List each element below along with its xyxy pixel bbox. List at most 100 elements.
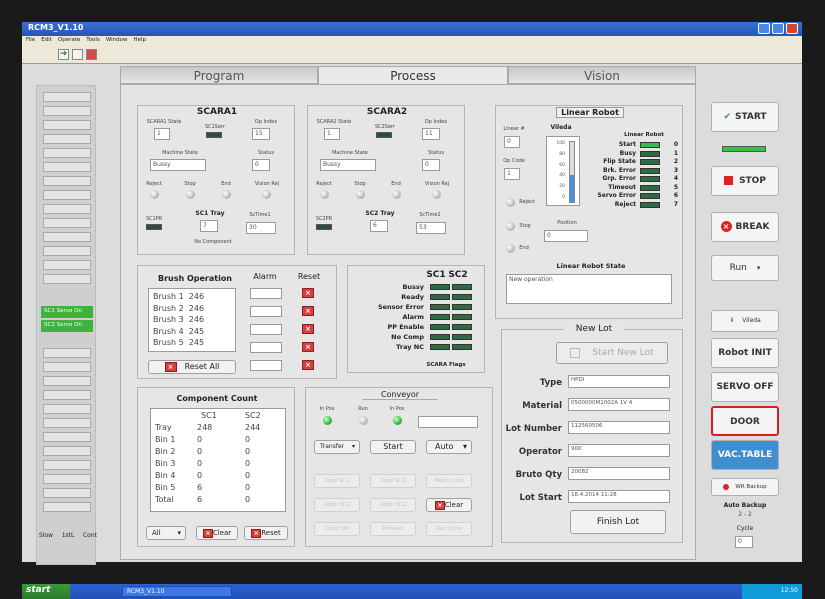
status-slot [43,376,91,386]
taskbar-item-rcm3[interactable]: RCM3_V1.10 [122,586,232,597]
robot-init-button[interactable]: Robot INIT [711,338,779,368]
scara1-stop-led [186,190,195,199]
wr-backup-button[interactable]: WR Backup [711,478,779,496]
bruto-qty-field[interactable]: 20082 [568,467,670,480]
minimize-button[interactable] [758,23,770,34]
run-continuous-icon[interactable] [72,49,83,60]
abort-icon[interactable] [86,49,97,60]
flag-alarm: Alarm [352,312,484,322]
scara-flags-list: Bussy Ready Sensor Error Alarm PP Enable… [352,282,484,352]
vileda-button[interactable]: ⬇ Vileda [711,310,779,332]
start-button[interactable]: ✔ START [711,102,779,132]
vileda-label: Vileda [742,317,761,324]
stop-sc2-button[interactable]: Stop SC2 [370,474,416,488]
brush2-reset-button[interactable]: × [302,306,314,316]
conveyor-clear-button[interactable]: × Clear [426,498,472,512]
type-field[interactable]: HPDI [568,375,670,388]
material-field[interactable]: 0500000M1002A 1V 4 [568,398,670,411]
end-radio[interactable] [506,244,515,253]
conveyor-start-button[interactable]: Start [370,440,416,454]
stop-radio[interactable] [506,222,515,231]
sctime2-label: ScTime2 [419,212,441,218]
brush1-reset-button[interactable]: × [302,288,314,298]
component-filter-select[interactable]: All ▾ [146,526,186,540]
tab-vision[interactable]: Vision [508,66,696,84]
align-sc2-button[interactable]: Align SC2 [370,498,416,512]
status-slot [43,92,91,102]
reset-all-button[interactable]: × Reset All [148,360,236,374]
brush4-reset-button[interactable]: × [302,342,314,352]
cycle-field: 0 [735,536,753,548]
sctime1-field: 30 [246,222,276,234]
stop-button[interactable]: STOP [711,166,779,196]
lot-number-field[interactable]: 112560506 [568,421,670,434]
clear-count-button[interactable]: × Clear [196,526,238,540]
scara1-status-field: 0 [252,159,270,171]
status-slot [43,148,91,158]
menu-edit[interactable]: Edit [41,37,52,45]
operator-field[interactable]: 900 [568,444,670,457]
menu-tools[interactable]: Tools [86,37,100,45]
bruto-qty-label: Bruto Qty [515,470,562,480]
status-slot [43,362,91,372]
menu-help[interactable]: Help [134,37,147,45]
scara1-reject-label: Reject [146,181,162,187]
vac-table-button[interactable]: VAC.TABLE [711,440,779,470]
scara2-end-led [392,190,401,199]
vileda-scale: 100 80 60 40 20 0 [549,139,565,204]
reject-radio[interactable] [506,198,515,207]
scara2-status-field: 0 [422,159,440,171]
reset-count-button[interactable]: × Reset [244,526,288,540]
flag-row-brk-error: Brk. Error 3 [603,166,678,174]
door-button[interactable]: DOOR [711,406,779,436]
speed-1stl[interactable]: 1stL [62,532,75,539]
scara2-status-label: Status [428,150,444,156]
scara2-machine-state-label: Machine State [332,150,368,156]
menu-window[interactable]: Window [106,37,128,45]
brush3-reset-button[interactable]: × [302,324,314,334]
break-button[interactable]: × BREAK [711,212,779,242]
finish-lot-button[interactable]: Finish Lot [570,510,666,534]
brush5-reset-button[interactable]: × [302,360,314,370]
run-conv-button[interactable]: Run Conv [426,522,472,536]
scale-tick: 0 [562,194,565,200]
reset-all-label: Reset All [184,362,220,371]
table-row: Tray 248 244 [155,423,261,432]
close-button[interactable] [786,23,798,34]
linear-state-text: New operation [509,276,553,283]
lot-start-field[interactable]: 18.4.2014 11:28 [568,490,670,503]
brush5-alarm [250,360,282,371]
speed-cont[interactable]: Cont [83,532,97,539]
chevron-down-icon: ▾ [756,264,761,272]
run-arrow-icon[interactable]: ➜ [58,49,69,60]
auto-select[interactable]: Auto ▾ [426,440,472,454]
align-sc1-button[interactable]: Align SC1 [314,498,360,512]
speed-slow[interactable]: Slow [39,532,53,539]
stop-sc1-button[interactable]: Stop SC1 [314,474,360,488]
prevent-button[interactable]: Prevent [370,522,416,536]
start-menu-button[interactable]: start [22,584,70,599]
servo-off-button[interactable]: SERVO OFF [711,372,779,402]
tab-program[interactable]: Program [120,66,318,84]
position-field: 0 [544,230,588,242]
start-new-lot-label: Start New Lot [592,348,654,358]
conv-on-button[interactable]: Conv ON [314,522,360,536]
start-new-lot-button[interactable]: Start New Lot [556,342,668,364]
transfer-select[interactable]: Transfer ▾ [314,440,360,454]
sc2-tray-label: SC2 Tray [365,210,395,217]
brush1-alarm [250,288,282,299]
linear-state-title: Linear Robot State [556,262,626,270]
scara2-panel: SCARA2 SCARA2 State 1 SC2Serr Op Index 1… [307,105,465,255]
brush-item: Brush 3 246 [153,315,205,324]
menu-file[interactable]: File [26,37,35,45]
mech-lock-button[interactable]: Mech Lock [426,474,472,488]
conveyor-run-led [359,416,368,425]
sc1-servo-indicator: SC1 Servo On [41,306,93,318]
maximize-button[interactable] [772,23,784,34]
brush3-alarm [250,324,282,335]
menu-operate[interactable]: Operate [58,37,80,45]
flag-pp-enable: PP Enable [352,322,484,332]
status-slot [43,190,91,200]
run-select[interactable]: Run ▾ [711,255,779,281]
tab-process[interactable]: Process [318,66,508,84]
